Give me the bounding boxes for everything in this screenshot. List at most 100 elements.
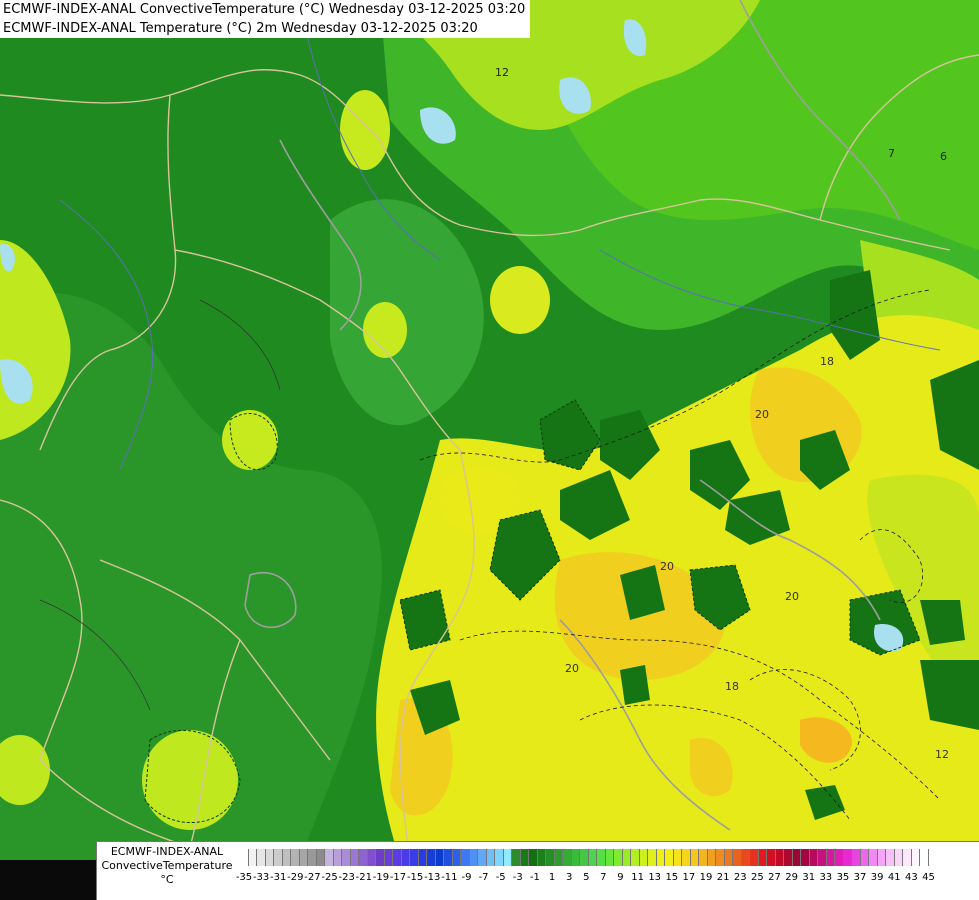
legend-tick-label: 1	[548, 872, 556, 883]
legend-tick-labels: -35 -33 -31 -29 -27 -25 -23 -21 -19 -17 -15 -13 -11-…	[236, 872, 973, 886]
map-canvas[interactable]: 12 6 7 18 20 20 20 20 18 12	[0, 0, 979, 900]
legend-swatch	[495, 849, 504, 866]
legend-swatch	[826, 849, 835, 866]
title-temperature: ECMWF-INDEX-ANAL Temperature (°C) 2m Wed…	[3, 21, 478, 36]
legend-swatch	[639, 849, 648, 866]
legend-swatch	[605, 849, 614, 866]
contour-label: 18	[725, 680, 739, 693]
legend-swatch	[342, 849, 351, 866]
legend-swatch	[614, 849, 623, 866]
legend-swatch	[537, 849, 546, 866]
legend-swatch	[520, 849, 529, 866]
legend-swatch	[444, 849, 453, 866]
legend-swatch	[546, 849, 555, 866]
legend-tick-label: 39	[870, 872, 884, 883]
contour-label: 18	[820, 355, 834, 368]
contour-label: 7	[888, 147, 895, 160]
legend-tick-label: -7	[478, 872, 489, 883]
legend-tick-label: 13	[648, 872, 662, 883]
legend-tick-label: 5	[583, 872, 590, 883]
legend-tick-label: 3	[565, 872, 573, 883]
legend-swatch	[418, 849, 427, 866]
legend-swatch	[376, 849, 385, 866]
legend-tick-label: 15	[665, 872, 679, 883]
legend-swatch	[597, 849, 606, 866]
title-convective: ECMWF-INDEX-ANAL ConvectiveTemperature (…	[3, 2, 526, 17]
legend-tick-label: 9	[617, 872, 624, 883]
legend-swatch	[274, 849, 283, 866]
legend-swatch	[580, 849, 589, 866]
legend-swatch	[240, 849, 249, 866]
legend-tick-label: -11	[441, 872, 458, 883]
contour-label: 20	[565, 662, 579, 675]
patch-lime-6	[490, 266, 550, 334]
legend-swatch	[571, 849, 580, 866]
legend-swatch	[248, 849, 257, 866]
legend-tick-label: -33	[252, 872, 270, 883]
patch-lime-2	[142, 730, 238, 830]
legend-tick-label: 31	[802, 872, 816, 883]
legend-swatch	[852, 849, 861, 866]
legend-swatch	[699, 849, 708, 866]
legend-tick-label: 41	[887, 872, 901, 883]
legend-tick-label: 23	[733, 872, 747, 883]
legend-title-source: ECMWF-INDEX-ANAL	[110, 845, 224, 858]
contour-label: 20	[755, 408, 769, 421]
legend-swatch	[673, 849, 682, 866]
legend-swatch	[869, 849, 878, 866]
cell-17	[620, 665, 650, 705]
patch-lime-1	[222, 410, 278, 470]
legend-tick-label: 25	[751, 872, 764, 883]
legend-swatch	[690, 849, 699, 866]
legend-tick-label: 35	[836, 872, 850, 883]
color-legend: ECMWF-INDEX-ANAL ConvectiveTemperature °…	[96, 841, 979, 900]
legend-swatch	[775, 849, 784, 866]
legend-swatch	[393, 849, 402, 866]
legend-swatch	[350, 849, 359, 866]
legend-swatch	[894, 849, 903, 866]
legend-title-variable: ConvectiveTemperature	[101, 859, 233, 872]
legend-swatch	[427, 849, 436, 866]
contour-label: 20	[660, 560, 674, 573]
legend-swatch	[886, 849, 895, 866]
legend-swatch	[682, 849, 691, 866]
legend-tick-label: 7	[600, 872, 607, 883]
legend-tick-label: -35	[235, 872, 253, 883]
legend-tick-label: -27	[304, 872, 321, 883]
legend-swatch	[257, 849, 266, 866]
legend-swatch	[563, 849, 572, 866]
legend-swatch	[367, 849, 376, 866]
legend-swatch	[809, 849, 818, 866]
contour-label: 6	[940, 150, 947, 163]
legend-swatch	[410, 849, 419, 866]
legend-tick-label: 29	[785, 872, 798, 883]
contour-label: 20	[785, 590, 799, 603]
legend-tick-label: -13	[424, 872, 441, 883]
legend-swatch	[435, 849, 444, 866]
legend-tick-label: -25	[321, 872, 338, 883]
patch-lime-5	[363, 302, 407, 358]
legend-tick-label: 37	[853, 872, 867, 883]
legend-tick-label: -1	[529, 872, 540, 883]
legend-swatch	[835, 849, 844, 866]
legend-swatch	[333, 849, 342, 866]
legend-swatch	[724, 849, 733, 866]
legend-swatch	[750, 849, 759, 866]
legend-swatch	[707, 849, 716, 866]
legend-tick-label: 17	[682, 872, 696, 883]
legend-swatch	[792, 849, 801, 866]
legend-tick-label: -23	[338, 872, 355, 883]
legend-swatch	[665, 849, 674, 866]
legend-swatch	[631, 849, 640, 866]
legend-tick-label: 19	[699, 872, 713, 883]
legend-swatch	[401, 849, 410, 866]
legend-swatch	[741, 849, 750, 866]
legend-swatch	[818, 849, 827, 866]
legend-swatch	[877, 849, 886, 866]
legend-swatch	[911, 849, 920, 866]
legend-tick-label: -19	[372, 872, 390, 883]
legend-swatch	[648, 849, 657, 866]
legend-tick-label: -31	[270, 872, 287, 883]
legend-title: ECMWF-INDEX-ANAL ConvectiveTemperature °…	[97, 845, 237, 887]
legend-swatch	[903, 849, 912, 866]
